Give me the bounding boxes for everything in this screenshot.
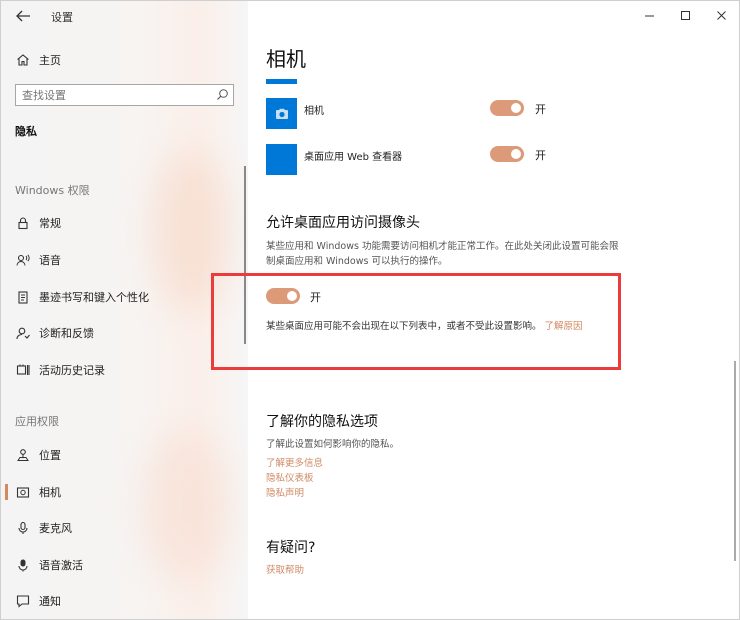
history-icon bbox=[15, 362, 31, 378]
settings-window: 设置 主页 隐私 Windows 权限 常规 语音 bbox=[0, 0, 740, 620]
section-description: 某些应用和 Windows 功能需要访问相机才能正常工作。在此处关闭此设置可能会… bbox=[266, 241, 619, 267]
app-permissions-label: 应用权限 bbox=[15, 415, 59, 428]
toggle-state-label: 开 bbox=[310, 291, 321, 304]
sidebar-item-speech[interactable]: 语音 bbox=[15, 252, 61, 268]
camera-app-toggle[interactable] bbox=[490, 100, 524, 116]
sidebar-item-label: 麦克风 bbox=[39, 522, 72, 535]
learn-why-link[interactable]: 了解原因 bbox=[545, 321, 583, 332]
diagnostics-icon bbox=[15, 325, 31, 341]
section-heading: 允许桌面应用访问摄像头 bbox=[266, 215, 420, 231]
note-text: 某些桌面应用可能不会出现在以下列表中，或者不受此设置影响。 bbox=[266, 321, 542, 332]
sidebar-item-microphone[interactable]: 麦克风 bbox=[15, 520, 72, 536]
home-icon bbox=[15, 52, 31, 68]
lock-icon bbox=[15, 215, 31, 231]
privacy-heading: 隐私 bbox=[15, 125, 37, 138]
main-content: 相机 相机 开 桌面应用 Web 查看器 开 允许桌面应用访问摄像头 某些应用和… bbox=[211, 1, 739, 619]
desktop-apps-note: 某些桌面应用可能不会出现在以下列表中，或者不受此设置影响。 了解原因 bbox=[266, 320, 611, 334]
sidebar-item-location[interactable]: 位置 bbox=[15, 447, 61, 463]
sidebar-item-notifications[interactable]: 通知 bbox=[15, 593, 61, 609]
page-title: 相机 bbox=[266, 47, 306, 71]
maximize-icon bbox=[680, 10, 690, 20]
search-icon[interactable] bbox=[216, 88, 229, 101]
location-icon bbox=[15, 447, 31, 463]
app-title: 设置 bbox=[51, 11, 73, 24]
speech-icon bbox=[15, 252, 31, 268]
active-indicator bbox=[5, 484, 8, 500]
microphone-icon bbox=[15, 520, 31, 536]
sidebar-item-label: 主页 bbox=[39, 54, 61, 67]
search-input[interactable] bbox=[16, 85, 206, 105]
desktop-apps-toggle[interactable] bbox=[266, 288, 300, 304]
camera-app-icon bbox=[266, 98, 297, 129]
toggle-state-label: 开 bbox=[535, 149, 546, 162]
sidebar-item-label: 语音 bbox=[39, 254, 61, 267]
section-description: 了解此设置如何影响你的隐私。 bbox=[266, 439, 400, 450]
maximize-button[interactable] bbox=[674, 6, 696, 24]
app-tile-partial bbox=[266, 79, 297, 84]
sidebar-item-label: 活动历史记录 bbox=[39, 364, 105, 377]
windows-permissions-label: Windows 权限 bbox=[15, 184, 90, 197]
privacy-statement-link[interactable]: 隐私声明 bbox=[266, 485, 304, 499]
learn-more-link[interactable]: 了解更多信息 bbox=[266, 455, 323, 469]
sidebar-item-camera[interactable]: 相机 bbox=[15, 484, 61, 500]
section-heading: 了解你的隐私选项 bbox=[266, 414, 378, 430]
background-patch bbox=[141, 431, 231, 581]
search-box[interactable] bbox=[15, 84, 234, 106]
voice-activation-icon bbox=[15, 557, 31, 573]
minimize-icon bbox=[644, 15, 654, 16]
sidebar-item-label: 相机 bbox=[39, 486, 61, 499]
get-help-link[interactable]: 获取帮助 bbox=[266, 562, 304, 576]
close-button[interactable] bbox=[710, 6, 732, 24]
sidebar-item-diagnostics[interactable]: 诊断和反馈 bbox=[15, 325, 94, 341]
sidebar-item-activity-history[interactable]: 活动历史记录 bbox=[15, 362, 105, 378]
close-icon bbox=[716, 10, 726, 20]
sidebar-item-label: 语音激活 bbox=[39, 559, 83, 572]
camera-icon bbox=[15, 484, 31, 500]
main-scrollbar[interactable] bbox=[734, 361, 736, 561]
minimize-button[interactable] bbox=[638, 6, 660, 24]
app-name: 桌面应用 Web 查看器 bbox=[304, 152, 403, 163]
web-viewer-app-icon bbox=[266, 144, 297, 175]
sidebar-item-general[interactable]: 常规 bbox=[15, 215, 61, 231]
sidebar-item-label: 常规 bbox=[39, 217, 61, 230]
web-viewer-app-toggle[interactable] bbox=[490, 146, 524, 162]
privacy-dashboard-link[interactable]: 隐私仪表板 bbox=[266, 470, 314, 484]
sidebar-item-inking[interactable]: 墨迹书写和键入个性化 bbox=[15, 289, 149, 305]
app-name: 相机 bbox=[304, 106, 324, 117]
sidebar-item-voice-activation[interactable]: 语音激活 bbox=[15, 557, 83, 573]
toggle-state-label: 开 bbox=[535, 103, 546, 116]
sidebar-item-label: 位置 bbox=[39, 449, 61, 462]
notepad-icon bbox=[15, 289, 31, 305]
section-heading: 有疑问? bbox=[266, 540, 316, 556]
back-arrow-icon[interactable] bbox=[15, 9, 31, 23]
sidebar-item-label: 墨迹书写和键入个性化 bbox=[39, 291, 149, 304]
sidebar-item-home[interactable]: 主页 bbox=[15, 52, 61, 68]
notification-icon bbox=[15, 593, 31, 609]
sidebar-item-label: 通知 bbox=[39, 595, 61, 608]
sidebar-item-label: 诊断和反馈 bbox=[39, 327, 94, 340]
